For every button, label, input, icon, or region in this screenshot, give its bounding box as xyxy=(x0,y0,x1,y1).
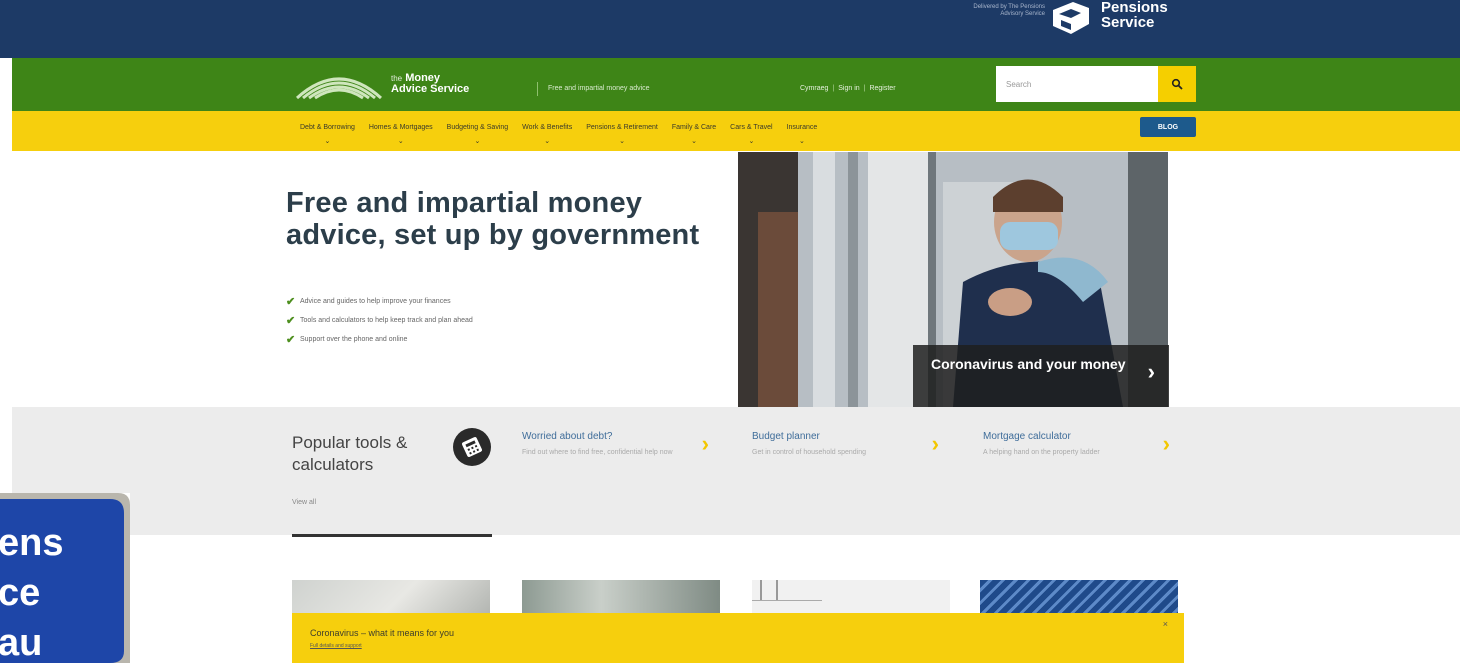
hero-point: ✔ Support over the phone and online xyxy=(286,330,473,349)
hero-caption[interactable]: Coronavirus and your money › xyxy=(913,345,1169,408)
tools-title: Popular tools & calculators xyxy=(292,433,408,474)
main-nav-bar: Debt & Borrowing ⌄ Homes & Mortgages ⌄ Bud… xyxy=(12,111,1460,151)
pensions-service-logo[interactable]: Delivered by The Pensions Advisory Servi… xyxy=(955,0,1168,58)
tool-desc: Get in control of household spending xyxy=(752,449,867,456)
tool-budget-planner[interactable]: Budget planner Get in control of househo… xyxy=(752,431,947,458)
blog-button[interactable]: BLOG xyxy=(1140,117,1196,137)
hero-point-text: Advice and guides to help improve your f… xyxy=(300,298,451,305)
view-all-link[interactable]: View all xyxy=(292,499,316,506)
register-link[interactable]: Register xyxy=(869,82,895,96)
pensions-title-line1: Pensions xyxy=(1101,0,1168,16)
coronavirus-banner[interactable]: Coronavirus – what it means for you Full… xyxy=(292,613,1184,663)
banner-link[interactable]: Full details and support xyxy=(310,643,362,649)
language-link[interactable]: Cymraeg xyxy=(800,82,828,96)
tool-desc: Find out where to find free, confidentia… xyxy=(522,449,673,456)
citizens-advice-sign: ens ce au xyxy=(0,493,130,663)
sign-text-line2: ce xyxy=(0,572,40,614)
checkmark-icon: ✔ xyxy=(286,315,296,327)
nav-item-debt[interactable]: Debt & Borrowing ⌄ xyxy=(300,111,355,151)
hero-point: ✔ Advice and guides to help improve your … xyxy=(286,292,473,311)
separator: | xyxy=(863,85,866,92)
hero-point: ✔ Tools and calculators to help keep trac… xyxy=(286,311,473,330)
nav-item-cars[interactable]: Cars & Travel ⌄ xyxy=(730,111,772,151)
pensions-logo-icon xyxy=(1053,2,1089,34)
account-links: Cymraeg | Sign in | Register xyxy=(800,82,896,96)
nav-item-label: Work & Benefits xyxy=(522,124,573,131)
tool-mortgage-calculator[interactable]: Mortgage calculator A helping hand on th… xyxy=(983,431,1178,458)
main-nav: Debt & Borrowing ⌄ Homes & Mortgages ⌄ Bud… xyxy=(300,111,831,151)
nav-item-work[interactable]: Work & Benefits ⌄ xyxy=(522,111,572,151)
chevron-right-icon: › xyxy=(1147,359,1155,384)
separator: | xyxy=(832,85,835,92)
calculator-icon xyxy=(453,428,491,466)
tools-underline xyxy=(292,534,492,537)
nav-item-homes[interactable]: Homes & Mortgages ⌄ xyxy=(369,111,433,151)
nav-item-label: Cars & Travel xyxy=(730,124,773,131)
sign-text-line3: au xyxy=(0,622,42,663)
mas-title-line2: Advice Service xyxy=(391,83,470,95)
checkmark-icon: ✔ xyxy=(286,296,296,308)
nav-item-label: Debt & Borrowing xyxy=(300,124,355,131)
money-advice-service-logo[interactable]: the Money Advice Service xyxy=(295,68,469,100)
tool-desc: A helping hand on the property ladder xyxy=(983,449,1100,456)
tool-title: Mortgage calculator xyxy=(983,431,1071,442)
chevron-down-icon: ⌄ xyxy=(474,138,481,145)
checkmark-icon: ✔ xyxy=(286,334,296,346)
search-icon xyxy=(1171,78,1183,90)
page: Delivered by The Pensions Advisory Servi… xyxy=(0,0,1460,663)
hero-points: ✔ Advice and guides to help improve your … xyxy=(286,292,473,349)
tagline: Free and impartial money advice xyxy=(537,82,650,96)
chevron-right-icon: › xyxy=(931,431,939,456)
search-box xyxy=(996,66,1196,102)
search-input[interactable] xyxy=(996,66,1158,102)
chevron-down-icon: ⌄ xyxy=(691,138,697,145)
nav-item-pensions[interactable]: Pensions & Retirement ⌄ xyxy=(586,111,658,151)
search-button[interactable] xyxy=(1158,66,1196,102)
mas-title-prefix: the xyxy=(391,74,403,83)
tool-debt[interactable]: Worried about debt? Find out where to fi… xyxy=(522,431,717,458)
chevron-down-icon: ⌄ xyxy=(324,138,331,145)
nav-item-label: Pensions & Retirement xyxy=(586,124,658,131)
sign-in-link[interactable]: Sign in xyxy=(838,82,859,96)
banner-title: Coronavirus – what it means for you xyxy=(310,628,455,638)
pensions-title-line2: Service xyxy=(1101,14,1155,31)
hero-title: Free and impartial money advice, set up … xyxy=(286,187,700,251)
chevron-right-icon: › xyxy=(1162,431,1170,456)
chevron-down-icon: ⌄ xyxy=(748,138,755,145)
mas-logo-icon xyxy=(295,77,383,100)
hero-point-text: Tools and calculators to help keep track… xyxy=(300,317,473,324)
top-bar: Delivered by The Pensions Advisory Servi… xyxy=(0,0,1460,58)
nav-item-family[interactable]: Family & Care ⌄ xyxy=(672,111,716,151)
chevron-down-icon: ⌄ xyxy=(544,138,551,145)
hero-point-text: Support over the phone and online xyxy=(300,336,408,343)
nav-item-label: Budgeting & Saving xyxy=(446,124,509,131)
brand-bar: the Money Advice Service Free and impart… xyxy=(12,58,1460,111)
tool-title: Worried about debt? xyxy=(522,431,613,442)
nav-item-budgeting[interactable]: Budgeting & Saving ⌄ xyxy=(447,111,509,151)
pensions-service-title: Pensions Service xyxy=(1101,0,1168,30)
nav-item-label: Homes & Mortgages xyxy=(368,124,433,131)
chevron-down-icon: ⌄ xyxy=(799,138,805,145)
nav-item-label: Insurance xyxy=(786,124,818,131)
nav-item-label: Family & Care xyxy=(671,124,717,131)
tool-title: Budget planner xyxy=(752,431,820,442)
nav-item-insurance[interactable]: Insurance ⌄ xyxy=(787,111,818,151)
close-icon[interactable]: × xyxy=(1163,619,1168,629)
hero-caption-text: Coronavirus and your money xyxy=(931,356,1126,372)
pensions-delivered-by-text: Delivered by The Pensions Advisory Servi… xyxy=(973,4,1045,17)
sign-text-line1: ens xyxy=(0,522,63,564)
chevron-down-icon: ⌄ xyxy=(619,138,625,145)
tools-band xyxy=(12,407,1460,535)
chevron-down-icon: ⌄ xyxy=(397,138,404,145)
chevron-right-icon: › xyxy=(701,431,709,456)
mas-title: the Money Advice Service xyxy=(391,73,469,95)
